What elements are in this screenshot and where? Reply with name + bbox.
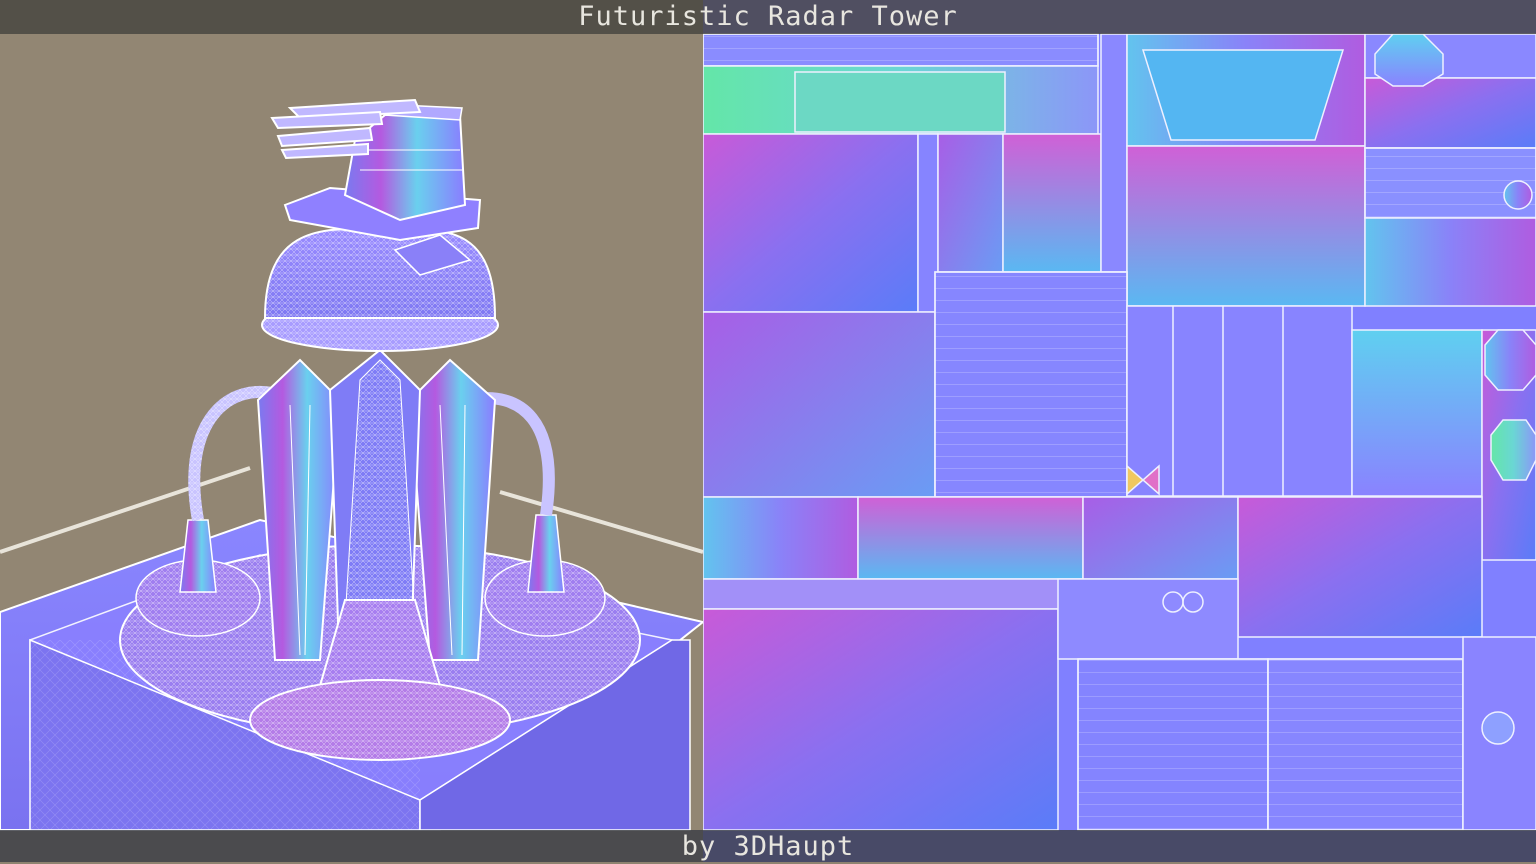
model-viewport[interactable] <box>0 0 703 862</box>
page-title: Futuristic Radar Tower <box>578 1 958 32</box>
normal-map-texture <box>703 0 1536 862</box>
title-bar: Futuristic Radar Tower <box>0 0 1536 34</box>
radar-tower-wireframe <box>0 0 703 862</box>
author-credit: by 3DHaupt <box>681 831 855 862</box>
footer-bar: by 3DHaupt <box>0 830 1536 862</box>
normal-map-atlas[interactable] <box>703 0 1536 862</box>
dome <box>263 226 497 319</box>
